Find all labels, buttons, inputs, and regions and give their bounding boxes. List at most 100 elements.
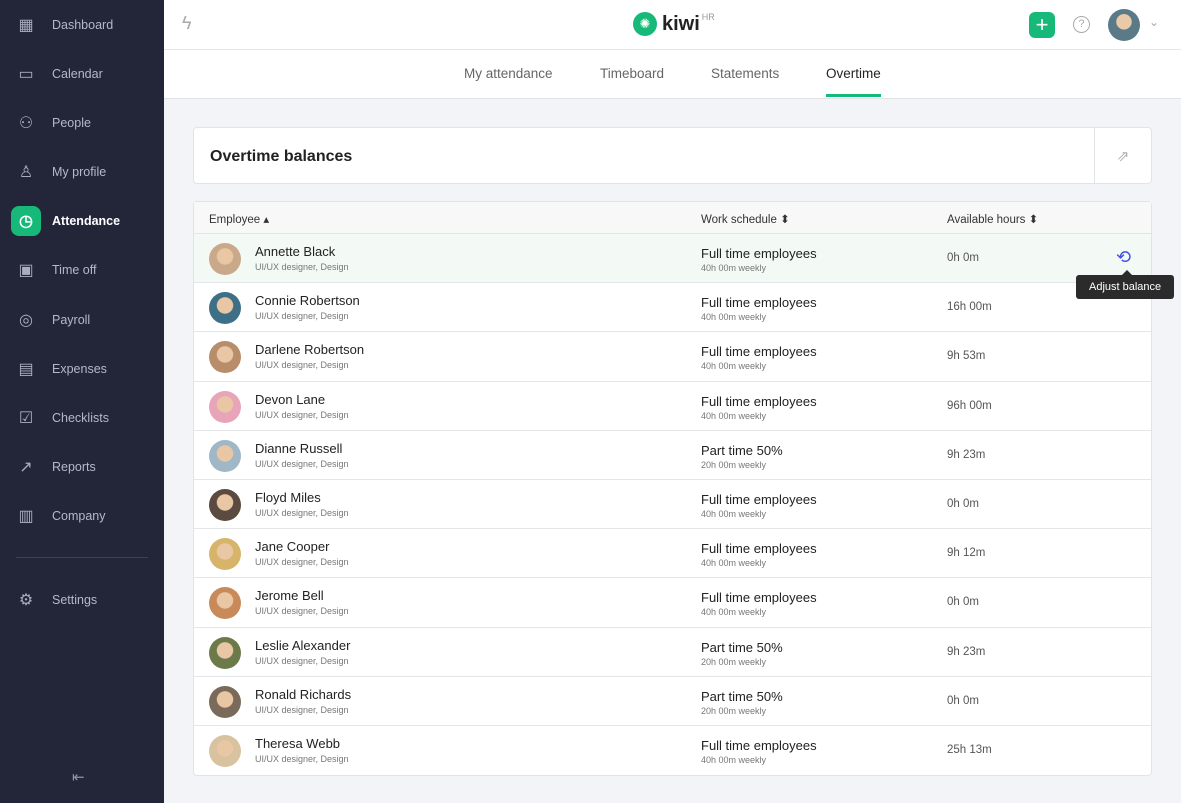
table-row[interactable]: Jane Cooper UI/UX designer, Design Full …: [194, 529, 1151, 579]
avatar: [209, 488, 241, 521]
avatar: [209, 341, 241, 374]
sidebar-item-expenses[interactable]: ▤ Expenses: [0, 349, 164, 389]
employee-role: UI/UX designer, Design: [255, 655, 349, 666]
sidebar-item-label: Expenses: [52, 362, 107, 376]
lightning-icon[interactable]: ϟ: [182, 13, 192, 34]
sidebar-item-payroll[interactable]: ◎ Payroll: [0, 300, 164, 340]
wallet-icon: ▤: [18, 361, 34, 378]
work-schedule: Part time 50%: [701, 688, 783, 704]
export-button[interactable]: ⇗: [1094, 128, 1151, 183]
overtime-header-card: Overtime balances ⇗: [193, 127, 1152, 184]
user-avatar[interactable]: [1108, 9, 1140, 41]
tab-statements[interactable]: Statements: [711, 66, 779, 94]
available-hours: 0h 0m: [947, 497, 979, 510]
add-button[interactable]: +: [1029, 12, 1055, 38]
avatar: [209, 390, 241, 423]
collapse-sidebar-icon[interactable]: ⇤: [72, 768, 85, 786]
sidebar-item-company[interactable]: ▥ Company: [0, 496, 164, 536]
weekly-hours: 20h 00m weekly: [701, 459, 767, 470]
avatar: [209, 734, 241, 767]
table-row[interactable]: Floyd Miles UI/UX designer, Design Full …: [194, 480, 1151, 530]
employee-role: UI/UX designer, Design: [255, 606, 349, 617]
table-row[interactable]: Ronald Richards UI/UX designer, Design P…: [194, 677, 1151, 726]
weekly-hours: 20h 00m weekly: [701, 656, 767, 667]
employee-name[interactable]: Connie Robertson: [255, 293, 360, 308]
weekly-hours: 40h 00m weekly: [701, 410, 767, 421]
column-available-hours[interactable]: Available hours ⬍: [947, 212, 1038, 226]
work-schedule: Full time employees: [701, 491, 817, 507]
sidebar-item-time-off[interactable]: ▣ Time off: [0, 250, 164, 290]
sidebar-item-my-profile[interactable]: ♙ My profile: [0, 152, 164, 192]
adjust-balance-tooltip: Adjust balance: [1076, 270, 1175, 299]
weekly-hours: 40h 00m weekly: [701, 312, 767, 323]
sidebar-item-label: Reports: [52, 460, 96, 474]
sidebar-item-calendar[interactable]: ▭ Calendar: [0, 54, 164, 94]
employee-name[interactable]: Theresa Webb: [255, 736, 340, 751]
sidebar-item-reports[interactable]: ↗ Reports: [0, 447, 164, 487]
sidebar-item-label: Company: [52, 509, 106, 523]
top-bar: ϟ ✺ kiwi HR + ? ⌄: [164, 0, 1181, 50]
table-row[interactable]: Darlene Robertson UI/UX designer, Design…: [194, 332, 1151, 382]
employee-role: UI/UX designer, Design: [255, 262, 349, 272]
sidebar-item-settings[interactable]: ⚙ Settings: [0, 580, 164, 620]
table-row[interactable]: Annette Black UI/UX designer, Design Ful…: [194, 234, 1175, 299]
column-work-schedule[interactable]: Work schedule ⬍: [701, 212, 790, 226]
table-row[interactable]: Leslie Alexander UI/UX designer, Design …: [194, 628, 1151, 677]
employee-name[interactable]: Annette Black: [255, 244, 335, 259]
work-schedule: Full time employees: [701, 393, 817, 409]
tab-timeboard[interactable]: Timeboard: [600, 66, 664, 94]
employee-name[interactable]: Dianne Russell: [255, 441, 342, 456]
table-row[interactable]: Jerome Bell UI/UX designer, Design Full …: [194, 578, 1151, 628]
employee-role: UI/UX designer, Design: [255, 557, 349, 568]
weekly-hours: 40h 00m weekly: [701, 508, 767, 519]
employee-role: UI/UX designer, Design: [255, 458, 349, 469]
table-row[interactable]: Devon Lane UI/UX designer, Design Full t…: [194, 382, 1151, 431]
payroll-icon: ◎: [19, 312, 33, 329]
employee-name[interactable]: Darlene Robertson: [255, 342, 364, 357]
table-row[interactable]: Dianne Russell UI/UX designer, Design Pa…: [194, 431, 1151, 480]
available-hours: 9h 23m: [947, 448, 986, 461]
avatar: [209, 587, 241, 620]
available-hours: 25h 13m: [947, 743, 992, 756]
avatar: [209, 439, 241, 472]
tab-my-attendance[interactable]: My attendance: [464, 66, 553, 94]
adjust-balance-icon[interactable]: ⟲: [1116, 247, 1131, 268]
sidebar-item-label: My profile: [52, 165, 107, 179]
logo[interactable]: ✺ kiwi HR: [633, 12, 715, 36]
weekly-hours: 40h 00m weekly: [701, 607, 767, 618]
sidebar-item-label: Payroll: [52, 313, 91, 327]
kiwi-logo-icon: ✺: [633, 12, 657, 36]
gear-icon: ⚙: [18, 592, 34, 609]
work-schedule: Part time 50%: [701, 442, 783, 458]
sidebar-item-label: People: [52, 116, 91, 130]
help-icon[interactable]: ?: [1073, 16, 1090, 33]
sidebar-item-checklists[interactable]: ☑ Checklists: [0, 398, 164, 438]
available-hours: 0h 0m: [947, 694, 979, 707]
logo-text: kiwi: [662, 12, 700, 35]
employee-name[interactable]: Leslie Alexander: [255, 638, 350, 653]
page-title: Overtime balances: [210, 148, 353, 165]
chevron-down-icon[interactable]: ⌄: [1149, 15, 1159, 29]
sidebar-item-dashboard[interactable]: ▦ Dashboard: [0, 5, 164, 45]
sidebar-item-people[interactable]: ⚇ People: [0, 103, 164, 143]
employee-name[interactable]: Devon Lane: [255, 392, 325, 407]
sidebar-item-attendance[interactable]: ◷ Attendance: [0, 201, 164, 241]
export-icon: ⇗: [1116, 147, 1130, 165]
column-employee[interactable]: Employee ▴: [209, 212, 269, 226]
tab-overtime[interactable]: Overtime: [826, 66, 881, 97]
employee-name[interactable]: Jane Cooper: [255, 539, 329, 554]
sidebar-item-label: Checklists: [52, 411, 109, 425]
weekly-hours: 20h 00m weekly: [701, 705, 767, 716]
employee-role: UI/UX designer, Design: [255, 311, 349, 322]
table-row[interactable]: Connie Robertson UI/UX designer, Design …: [194, 283, 1151, 333]
table-row[interactable]: Theresa Webb UI/UX designer, Design Full…: [194, 726, 1151, 775]
work-schedule: Full time employees: [701, 737, 817, 753]
employee-name[interactable]: Ronald Richards: [255, 687, 351, 702]
employee-name[interactable]: Jerome Bell: [255, 588, 324, 603]
employee-role: UI/UX designer, Design: [255, 360, 349, 371]
weekly-hours: 40h 00m weekly: [701, 361, 767, 372]
employee-role: UI/UX designer, Design: [255, 409, 349, 420]
building-icon: ▥: [18, 508, 34, 525]
employee-name[interactable]: Floyd Miles: [255, 490, 321, 505]
available-hours: 0h 0m: [947, 596, 979, 609]
